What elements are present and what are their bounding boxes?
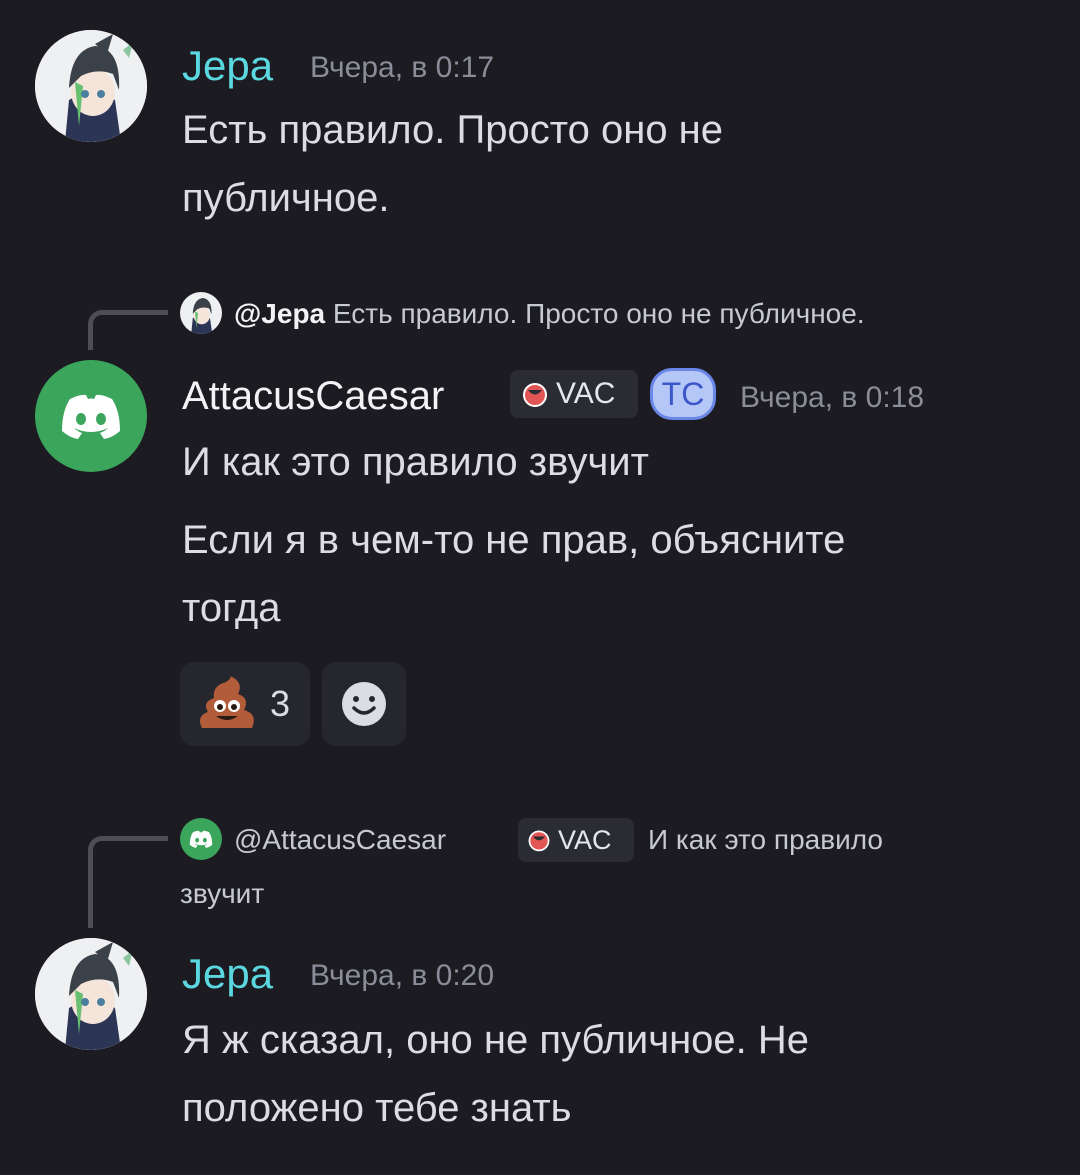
discord-logo-icon: [62, 394, 120, 439]
message-line: публичное.: [182, 176, 390, 220]
reply-avatar-jepa: [180, 292, 222, 334]
reply-avatar-attacus: [180, 818, 222, 860]
vac-badge-icon: [528, 830, 550, 852]
message-line: Я ж сказал, оно не публичное. Не: [182, 1018, 810, 1062]
message-line: тогда: [182, 586, 281, 630]
reply-snippet: И как это правило: [648, 824, 883, 855]
timestamp: Вчера, в 0:17: [310, 51, 495, 84]
avatar-jepa-image: [35, 30, 147, 142]
discord-logo-icon: [189, 830, 213, 848]
reply-mention[interactable]: @Jepa: [234, 298, 325, 329]
reply-preview[interactable]: @Jepa Есть правило. Просто оно не публич…: [234, 296, 865, 332]
message-line: положено тебе знать: [182, 1086, 572, 1130]
timestamp: Вчера, в 0:20: [310, 959, 495, 992]
vac-badge-icon: [523, 383, 547, 407]
reply-mention[interactable]: @AttacusCaesar: [234, 822, 446, 858]
add-reaction-icon: [342, 682, 386, 726]
role-badge[interactable]: TC: [650, 368, 716, 420]
avatar-jepa[interactable]: [35, 30, 147, 142]
reply-avatar-image: [180, 292, 222, 334]
author-name[interactable]: AttacusCaesar: [182, 372, 444, 420]
message-text: Есть правило. Просто оно не публичное.: [182, 96, 1042, 232]
message-line: Есть правило. Просто оно не: [182, 108, 724, 152]
clan-tag-label: VAC: [558, 824, 612, 855]
reply-snippet: Есть правило. Просто оно не публичное.: [332, 298, 865, 329]
message-text: Если я в чем-то не прав, объясните тогда: [182, 506, 1042, 642]
clan-tag[interactable]: VAC: [518, 818, 634, 862]
avatar-attacus[interactable]: [35, 360, 147, 472]
reply-spine: [88, 310, 168, 350]
avatar-jepa-image: [35, 938, 147, 1050]
author-name[interactable]: Jepa: [182, 950, 273, 998]
reply-snippet: звучит: [180, 878, 265, 909]
avatar-jepa[interactable]: [35, 938, 147, 1050]
message-text: Я ж сказал, оно не публичное. Не положен…: [182, 1006, 1042, 1142]
poop-emoji-icon: [200, 676, 254, 728]
add-reaction-button[interactable]: [322, 662, 406, 746]
reaction-count: 3: [270, 683, 291, 724]
message-text: И как это правило звучит: [182, 428, 1042, 496]
timestamp: Вчера, в 0:18: [740, 381, 925, 414]
message-line: Если я в чем-то не прав, объясните: [182, 518, 846, 562]
clan-tag-label: VAC: [556, 377, 616, 410]
reaction-poop[interactable]: 3: [180, 662, 310, 746]
author-name[interactable]: Jepa: [182, 42, 273, 90]
message-line: И как это правило звучит: [182, 440, 649, 484]
clan-tag[interactable]: VAC: [510, 370, 638, 418]
reply-spine: [88, 836, 168, 928]
